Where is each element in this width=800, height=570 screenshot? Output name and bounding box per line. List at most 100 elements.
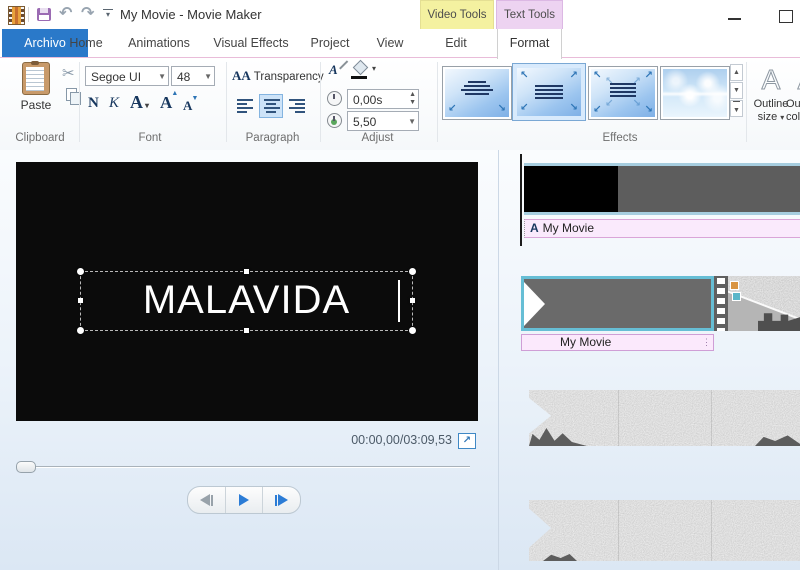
video-tools-contextual-header: Video Tools [420, 0, 494, 29]
font-color-button[interactable]: A ▾ [130, 92, 149, 113]
video-clip-thumbnail[interactable] [728, 276, 800, 331]
selection-handle[interactable] [77, 327, 84, 334]
seek-thumb[interactable] [16, 461, 36, 473]
tab-project[interactable]: Project [302, 29, 358, 57]
tab-view[interactable]: View [366, 29, 414, 57]
transparency-button[interactable]: AA Transparency [232, 68, 324, 84]
corner-arrow-icon: ↖ [605, 76, 614, 87]
chevron-down-icon: ▼ [204, 72, 212, 81]
start-time-spinner[interactable]: 0,00s ▲ ▼ [347, 89, 419, 109]
group-separator [226, 62, 227, 142]
duration-stopwatch-icon [327, 113, 342, 128]
transition-icon [730, 281, 739, 290]
lens-flare-icon [663, 69, 727, 117]
title-clip-segment [524, 166, 618, 212]
font-size-select[interactable]: 48 ▼ [171, 66, 215, 86]
adjust-group-label: Adjust [361, 132, 394, 144]
cut-icon[interactable]: ✂ [62, 64, 75, 82]
text-tools-contextual-header: Text Tools [496, 0, 563, 29]
corner-arrow-icon: ↖ [520, 70, 529, 81]
timeline-static-strip[interactable] [529, 390, 800, 446]
down-arrow-icon: ▼ [191, 94, 199, 102]
duration-select[interactable]: 5,50 ▼ [347, 111, 419, 131]
align-left-button[interactable] [233, 94, 257, 118]
minimize-button[interactable] [728, 18, 741, 20]
effect-emphasis-two[interactable]: ↖ ↗ ↙ ↘ ↖ ↗ ↙ ↘ [588, 66, 658, 120]
grow-font-button[interactable]: A ▲ [160, 89, 178, 113]
pane-divider[interactable] [498, 150, 499, 570]
selected-title-caption[interactable]: My Movie ⋮ [521, 334, 714, 351]
corner-arrow-icon: ↙ [605, 98, 614, 109]
redo-icon[interactable]: ↷ [81, 5, 94, 21]
font-group-label: Font [138, 132, 162, 144]
title-track-caption[interactable]: A My Movie [524, 219, 800, 238]
timeline-static-strip[interactable] [529, 500, 800, 561]
edit-text-button[interactable]: A [329, 62, 338, 78]
previous-frame-button[interactable] [188, 487, 225, 513]
text-cursor [398, 280, 400, 322]
corner-arrow-icon: ↗ [644, 70, 653, 81]
undo-icon[interactable]: ↶ [59, 5, 72, 21]
timeline-title-strip[interactable] [524, 163, 800, 215]
effects-scroll-up-button[interactable]: ▲ [730, 64, 743, 81]
selection-handle[interactable] [409, 327, 416, 334]
spinner-arrows-icon[interactable]: ▲ ▼ [409, 91, 416, 107]
play-icon [239, 494, 249, 506]
selected-title-clip[interactable] [521, 276, 714, 331]
italic-button[interactable]: K [109, 95, 119, 112]
timecode: 00:00,00/03:09,53 [351, 433, 452, 447]
font-family-select[interactable]: Segoe UI ▼ [85, 66, 169, 86]
effects-scroll-down-button[interactable]: ▼ [730, 82, 743, 99]
bold-button[interactable]: N [88, 95, 99, 112]
outline-color-button[interactable]: A Outline color [786, 64, 800, 140]
timeline-playhead[interactable] [520, 154, 522, 246]
text-title-icon: A [530, 221, 539, 235]
seek-track[interactable] [18, 466, 470, 468]
paste-label: Paste [20, 98, 52, 112]
tab-format[interactable]: Format [497, 29, 562, 59]
movie-maker-window: ↶ ↷ ▾ My Movie - Movie Maker Video Tools… [0, 0, 800, 570]
tab-animations[interactable]: Animations [124, 29, 194, 57]
selection-handle[interactable] [77, 268, 84, 275]
play-button[interactable] [224, 487, 263, 513]
effect-cinematic[interactable] [660, 66, 730, 120]
corner-arrow-icon: ↘ [644, 104, 653, 115]
next-frame-button[interactable] [262, 487, 300, 513]
group-separator [437, 62, 438, 142]
fullscreen-icon[interactable]: ↗ [458, 433, 476, 449]
text-selection-box[interactable]: MALAVIDA [77, 268, 416, 334]
effects-more-button[interactable]: ▼ [730, 100, 743, 117]
curl-arrow-icon: ↘ [497, 103, 506, 114]
selection-handle[interactable] [243, 269, 249, 274]
effect-emphasis-one[interactable]: ↙ ↘ [442, 66, 512, 120]
selection-handle[interactable] [243, 328, 249, 333]
align-right-button[interactable] [285, 94, 309, 118]
background-color-icon[interactable] [352, 59, 369, 76]
svg-text:A: A [762, 64, 781, 94]
paste-button[interactable]: Paste [10, 61, 62, 122]
shrink-font-button[interactable]: A ▼ [183, 94, 198, 114]
next-frame-icon [278, 494, 289, 506]
save-icon[interactable] [37, 8, 51, 21]
maximize-button[interactable] [779, 10, 793, 23]
preview-monitor[interactable]: MALAVIDA [16, 162, 478, 421]
chevron-down-icon[interactable]: ▾ [372, 64, 376, 73]
chevron-down-icon: ▾ [143, 101, 150, 110]
selection-handle[interactable] [409, 268, 416, 275]
qat-dropdown-icon[interactable]: ▾ [103, 9, 113, 19]
clipboard-icon [22, 61, 50, 95]
up-arrow-icon: ▲ [171, 89, 179, 97]
pencil-icon [339, 60, 348, 70]
effects-group-label: Effects [602, 132, 638, 144]
tab-visual-effects[interactable]: Visual Effects [208, 29, 294, 57]
corner-arrow-icon: ↘ [569, 102, 578, 113]
chevron-down-icon: ▾ [780, 113, 785, 122]
chevron-down-icon: ▼ [408, 117, 416, 126]
tab-home[interactable]: Home [58, 29, 114, 57]
effect-emphasis-selected[interactable]: ↖ ↗ ↙ ↘ [512, 63, 586, 121]
paragraph-group-label: Paragraph [245, 132, 300, 144]
align-center-button[interactable] [259, 94, 283, 118]
copy-icon[interactable] [66, 88, 81, 105]
tab-edit[interactable]: Edit [421, 29, 491, 57]
title-text[interactable]: MALAVIDA [81, 278, 412, 323]
